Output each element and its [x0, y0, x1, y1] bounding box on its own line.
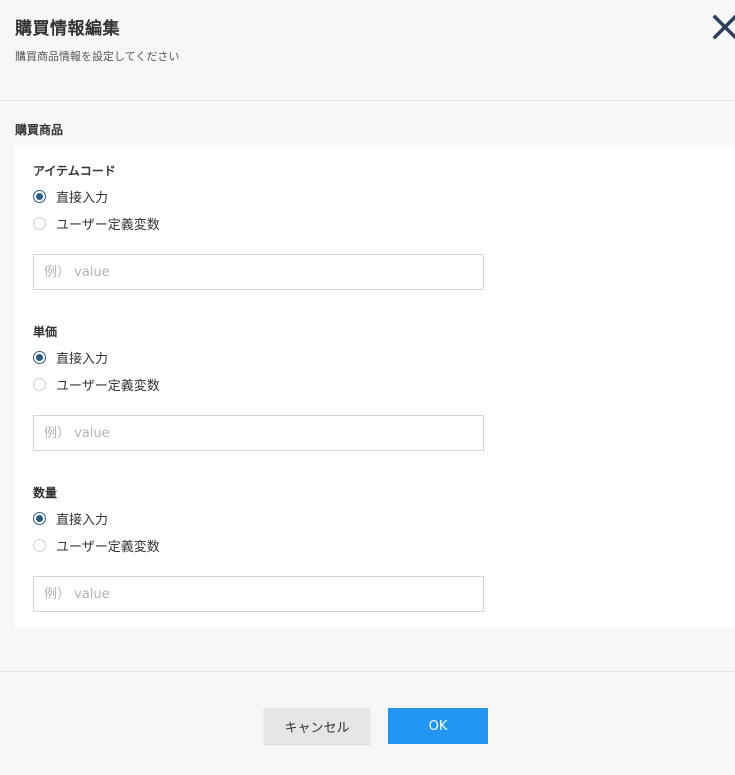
radio-button[interactable]	[33, 512, 46, 525]
radio-direct-input[interactable]: 直接入力	[33, 344, 493, 371]
field-item-code: アイテムコード 直接入力 ユーザー定義変数	[33, 163, 493, 290]
form-panel: アイテムコード 直接入力 ユーザー定義変数 単価 直接入力 ユーザー定義変数 数…	[15, 145, 735, 628]
radio-button[interactable]	[33, 539, 46, 552]
field-unit-price: 単価 直接入力 ユーザー定義変数	[33, 324, 493, 451]
radio-label: ユーザー定義変数	[56, 540, 160, 555]
radio-label: ユーザー定義変数	[56, 379, 160, 394]
field-label: アイテムコード	[33, 164, 116, 178]
close-icon[interactable]	[710, 12, 735, 42]
header-divider	[0, 100, 735, 101]
dialog-subtitle: 購買商品情報を設定してください	[15, 50, 180, 63]
radio-button[interactable]	[33, 351, 46, 364]
unit-price-input[interactable]	[33, 415, 484, 451]
close-button[interactable]	[710, 12, 735, 42]
radio-label: 直接入力	[56, 513, 109, 528]
radio-direct-input[interactable]: 直接入力	[33, 183, 493, 210]
radio-button[interactable]	[33, 217, 46, 230]
radio-direct-input[interactable]: 直接入力	[33, 505, 493, 532]
radio-label: 直接入力	[56, 352, 109, 367]
field-label: 単価	[33, 325, 58, 339]
radio-user-variable[interactable]: ユーザー定義変数	[33, 210, 493, 237]
radio-label: ユーザー定義変数	[56, 218, 160, 233]
radio-user-variable[interactable]: ユーザー定義変数	[33, 371, 493, 398]
footer-divider	[0, 671, 735, 672]
section-title: 購買商品	[15, 123, 64, 137]
quantity-input[interactable]	[33, 576, 484, 612]
field-label: 数量	[33, 486, 58, 500]
radio-label: 直接入力	[56, 191, 109, 206]
radio-button[interactable]	[33, 378, 46, 391]
field-quantity: 数量 直接入力 ユーザー定義変数	[33, 485, 493, 612]
item-code-input[interactable]	[33, 254, 484, 290]
dialog-title: 購買情報編集	[15, 19, 120, 39]
radio-button[interactable]	[33, 190, 46, 203]
ok-button[interactable]: OK	[388, 708, 488, 744]
radio-user-variable[interactable]: ユーザー定義変数	[33, 532, 493, 559]
cancel-button[interactable]: キャンセル	[264, 708, 370, 744]
